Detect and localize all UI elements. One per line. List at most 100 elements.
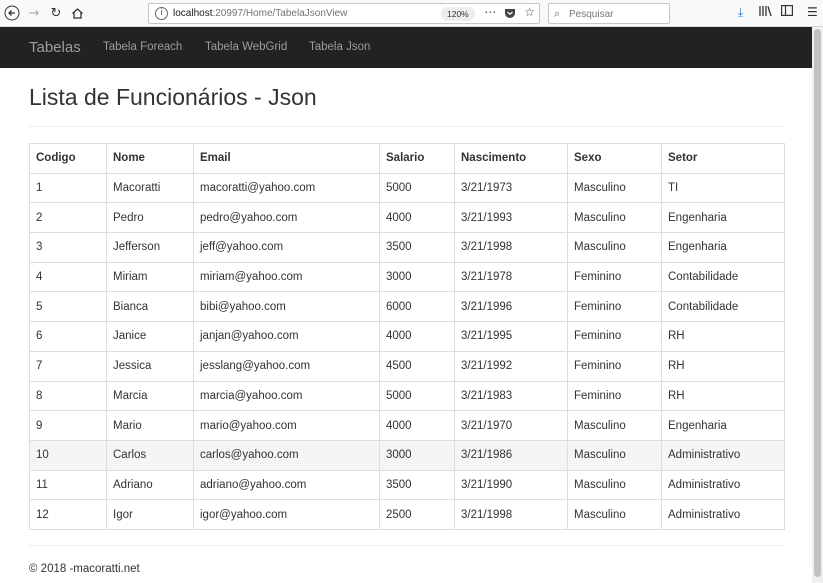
nav-link-tabela-foreach[interactable]: Tabela Foreach <box>103 41 182 53</box>
table-cell: 12 <box>29 499 107 530</box>
table-cell: Jefferson <box>106 232 194 263</box>
table-cell: 2 <box>29 202 107 234</box>
table-cell: marcia@yahoo.com <box>193 380 380 412</box>
url-bar[interactable]: i localhost:20997/Home/TabelaJsonView 12… <box>148 3 540 24</box>
table-cell: 3/21/1996 <box>454 291 568 323</box>
table-row: 11 Adriano adriano@yahoo.com 3500 3/21/1990 M… <box>29 469 785 501</box>
table-cell: 3/21/1970 <box>454 410 568 441</box>
search-icon: ⌕ <box>554 7 561 20</box>
table-cell: Masculino <box>567 439 662 471</box>
info-icon[interactable]: i <box>155 7 168 20</box>
table-cell: 5000 <box>379 172 455 204</box>
table-cell: 3/21/1986 <box>454 439 568 471</box>
table-cell: 3/21/1998 <box>454 499 568 530</box>
table-cell: 4 <box>29 261 107 293</box>
table-cell: bibi@yahoo.com <box>193 291 380 323</box>
table-cell: Engenharia <box>661 232 785 263</box>
table-cell: 2500 <box>379 499 455 530</box>
url-text[interactable]: localhost:20997/Home/TabelaJsonView <box>173 8 347 19</box>
column-header-nome: Nome <box>106 143 194 174</box>
table-cell: 3/21/1990 <box>454 469 568 501</box>
table-cell: Carlos <box>106 439 194 471</box>
table-cell: RH <box>661 350 785 382</box>
table-cell: Masculino <box>567 202 662 234</box>
table-cell: 10 <box>29 439 107 471</box>
table-row: 9 Mario mario@yahoo.com 4000 3/21/1970 Mascul… <box>29 410 785 441</box>
forward-arrow-icon[interactable]: → <box>25 4 43 22</box>
back-arrow-icon[interactable] <box>3 4 21 22</box>
column-header-nascimento: Nascimento <box>454 143 568 174</box>
table-cell: Masculino <box>567 410 662 441</box>
table-row: 3 Jefferson jeff@yahoo.com 3500 3/21/1998 Mas… <box>29 232 785 263</box>
more-icon[interactable]: ⋯ <box>484 5 496 22</box>
table-cell: macoratti@yahoo.com <box>193 172 380 204</box>
table-cell: mario@yahoo.com <box>193 410 380 441</box>
table-cell: Feminino <box>567 350 662 382</box>
zoom-indicator[interactable]: 120% <box>441 7 475 21</box>
table-cell: 3/21/1983 <box>454 380 568 412</box>
site-navbar: Tabelas Tabela Foreach Tabela WebGrid Ta… <box>0 27 812 68</box>
table-row: 4 Miriam miriam@yahoo.com 3000 3/21/1978 Femi… <box>29 261 785 293</box>
pocket-icon[interactable] <box>504 5 516 22</box>
table-cell: Miriam <box>106 261 194 293</box>
table-cell: igor@yahoo.com <box>193 499 380 530</box>
table-cell: Engenharia <box>661 202 785 234</box>
table-cell: 6000 <box>379 291 455 323</box>
search-input[interactable] <box>569 7 665 21</box>
table-cell: 3500 <box>379 469 455 501</box>
table-cell: Contabilidade <box>661 261 785 293</box>
table-cell: Mario <box>106 410 194 441</box>
table-cell: TI <box>661 172 785 204</box>
table-cell: 4500 <box>379 350 455 382</box>
table-cell: janjan@yahoo.com <box>193 321 380 352</box>
table-cell: 3/21/1998 <box>454 232 568 263</box>
table-cell: 3/21/1978 <box>454 261 568 293</box>
table-cell: 3/21/1992 <box>454 350 568 382</box>
table-cell: Janice <box>106 321 194 352</box>
table-cell: Bianca <box>106 291 194 323</box>
sidebar-icon[interactable] <box>781 5 794 19</box>
table-cell: 5 <box>29 291 107 323</box>
table-cell: Feminino <box>567 321 662 352</box>
table-cell: 11 <box>29 469 107 501</box>
table-cell: Masculino <box>567 172 662 204</box>
browser-toolbar: → ↻ i localhost:20997/Home/TabelaJsonVie… <box>0 0 823 27</box>
hamburger-menu-icon[interactable]: ☰ <box>807 5 818 19</box>
table-cell: 7 <box>29 350 107 382</box>
navbar-brand[interactable]: Tabelas <box>29 39 81 56</box>
table-cell: RH <box>661 321 785 352</box>
nav-link-tabela-webgrid[interactable]: Tabela WebGrid <box>205 41 287 53</box>
table-cell: 3000 <box>379 261 455 293</box>
home-icon[interactable] <box>68 4 86 22</box>
table-cell: Igor <box>106 499 194 530</box>
table-cell: 6 <box>29 321 107 352</box>
table-cell: 4000 <box>379 202 455 234</box>
search-bar[interactable]: ⌕ <box>548 3 670 24</box>
table-cell: 3 <box>29 232 107 263</box>
library-icon[interactable] <box>759 5 772 20</box>
table-cell: 3000 <box>379 439 455 471</box>
table-row: 5 Bianca bibi@yahoo.com 6000 3/21/1996 Femini… <box>29 291 785 323</box>
table-row: 2 Pedro pedro@yahoo.com 4000 3/21/1993 Mascul… <box>29 202 785 234</box>
star-icon[interactable]: ☆ <box>524 5 535 22</box>
table-cell: 8 <box>29 380 107 412</box>
column-header-setor: Setor <box>661 143 785 174</box>
table-cell: 3/21/1995 <box>454 321 568 352</box>
vertical-scrollbar[interactable] <box>812 27 823 583</box>
title-divider <box>29 126 784 127</box>
reload-icon[interactable]: ↻ <box>47 4 65 22</box>
table-row: 1 Macoratti macoratti@yahoo.com 5000 3/21/19… <box>29 172 785 204</box>
table-cell: Masculino <box>567 469 662 501</box>
column-header-codigo: Codigo <box>29 143 107 174</box>
table-cell: carlos@yahoo.com <box>193 439 380 471</box>
table-cell: Feminino <box>567 261 662 293</box>
scrollbar-thumb[interactable] <box>814 29 821 577</box>
table-row: 6 Janice janjan@yahoo.com 4000 3/21/1995 Femi… <box>29 321 785 352</box>
table-row: 12 Igor igor@yahoo.com 2500 3/21/1998 Masculi… <box>29 499 785 530</box>
table-cell: 9 <box>29 410 107 441</box>
download-icon[interactable]: ⤓ <box>738 5 743 20</box>
nav-link-tabela-json[interactable]: Tabela Json <box>309 41 370 53</box>
column-header-sexo: Sexo <box>567 143 662 174</box>
table-cell: jesslang@yahoo.com <box>193 350 380 382</box>
table-cell: Marcia <box>106 380 194 412</box>
